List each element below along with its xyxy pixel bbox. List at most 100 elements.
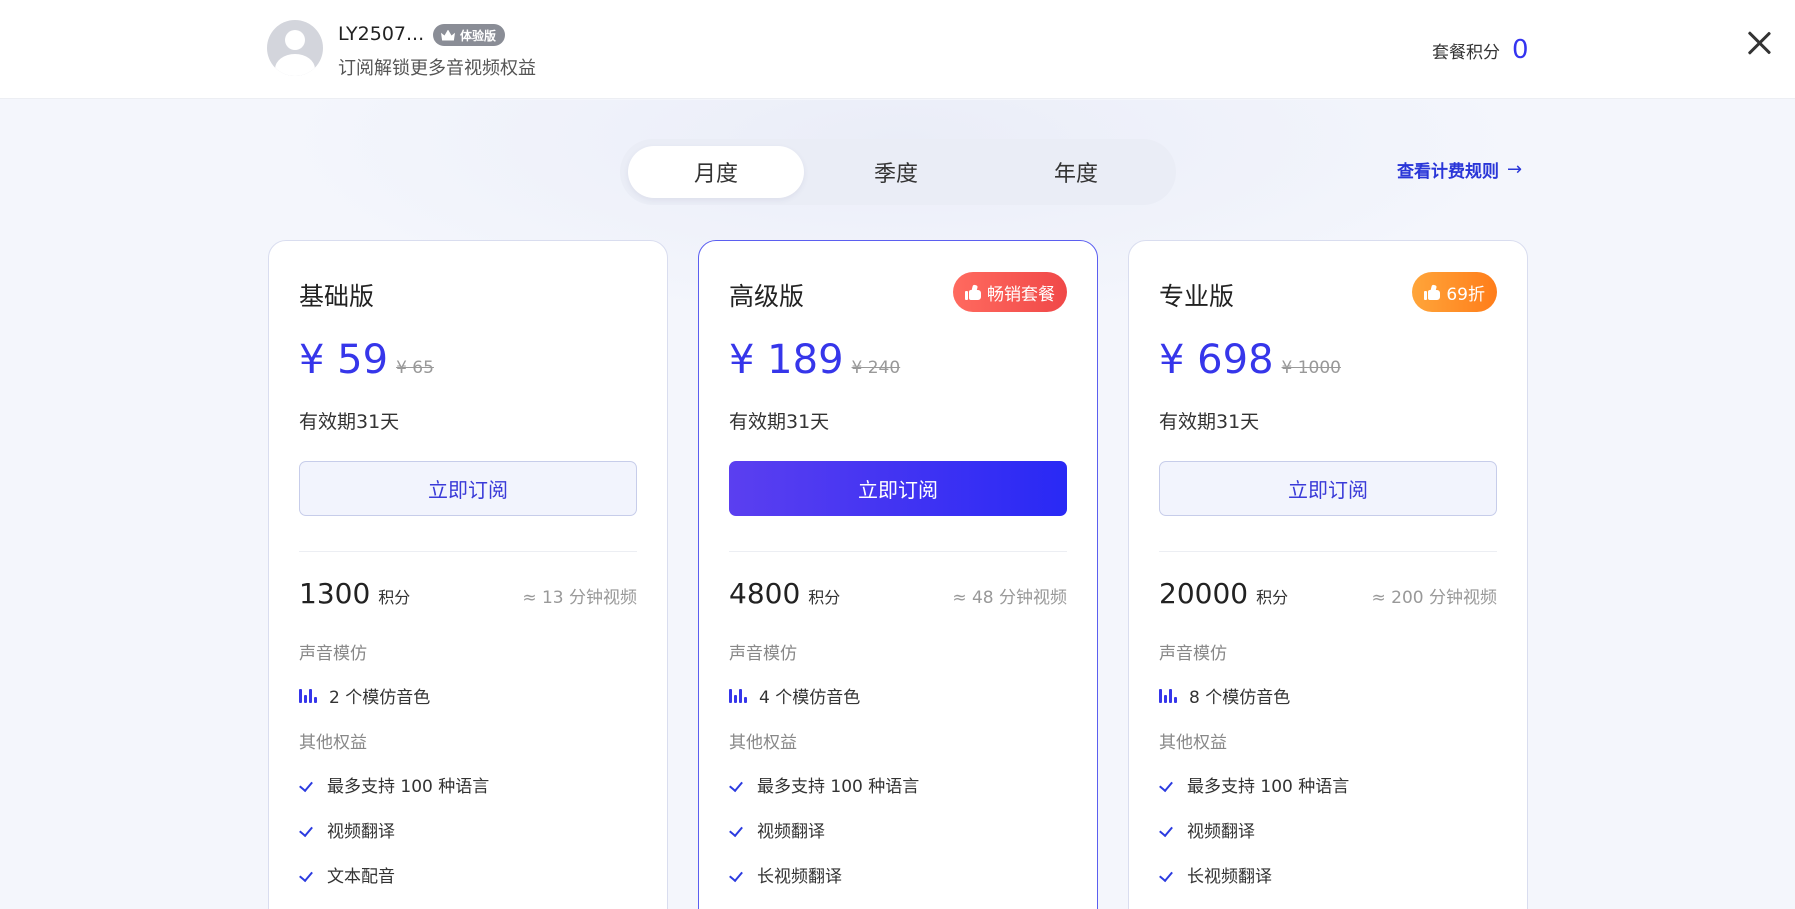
points-label: 套餐积分 xyxy=(1432,43,1500,63)
credits-approx: ≈ 48 分钟视频 xyxy=(952,588,1067,608)
validity: 有效期31天 xyxy=(1159,411,1260,433)
package-points: 套餐积分 0 xyxy=(1432,35,1529,65)
credits-amount: 1300 xyxy=(299,577,371,610)
plan-card-pro: 专业版 69折 ¥ 698 ¥ 1000 有效期31天 立即订阅 20000 积… xyxy=(1128,240,1528,909)
feature-item: 最多支持 100 种语言 xyxy=(299,772,489,797)
voice-feature: 4 个模仿音色 xyxy=(729,683,860,708)
plan-name: 专业版 xyxy=(1159,282,1235,311)
credits-approx: ≈ 200 分钟视频 xyxy=(1371,588,1498,608)
credits-amount: 20000 xyxy=(1159,577,1249,610)
price-row: ¥ 698 ¥ 1000 xyxy=(1159,337,1341,383)
divider xyxy=(1159,551,1497,552)
check-icon xyxy=(729,777,745,793)
discount-tag: 69折 xyxy=(1412,272,1497,312)
divider xyxy=(299,551,637,552)
price: ¥ 59 xyxy=(299,337,389,383)
thumbs-up-icon xyxy=(965,283,981,300)
billing-rules-link[interactable]: 查看计费规则 → xyxy=(1397,157,1522,182)
feature-label: 长视频翻译 xyxy=(1187,867,1272,887)
avatar[interactable] xyxy=(267,20,323,76)
credits-amount: 4800 xyxy=(729,577,801,610)
credits-unit: 积分 xyxy=(808,588,841,607)
bestseller-tag: 畅销套餐 xyxy=(953,272,1067,312)
voice-feature: 8 个模仿音色 xyxy=(1159,683,1290,708)
check-icon xyxy=(299,822,315,838)
validity: 有效期31天 xyxy=(729,411,830,433)
feature-label: 视频翻译 xyxy=(757,822,825,842)
feature-label: 最多支持 100 种语言 xyxy=(1187,777,1350,797)
trial-badge: 体验版 xyxy=(433,24,506,46)
credits-approx: ≈ 13 分钟视频 xyxy=(522,588,637,608)
subscribe-button[interactable]: 立即订阅 xyxy=(729,461,1067,516)
period-tabs: 月度 季度 年度 xyxy=(620,139,1176,205)
feature-label: 长视频翻译 xyxy=(757,867,842,887)
thumbs-up-icon xyxy=(1424,283,1441,300)
voice-section-title: 声音模仿 xyxy=(1159,644,1227,664)
trial-badge-label: 体验版 xyxy=(460,28,497,43)
price-row: ¥ 189 ¥ 240 xyxy=(729,337,900,383)
feature-label: 视频翻译 xyxy=(327,822,395,842)
feature-label: 最多支持 100 种语言 xyxy=(327,777,490,797)
credits-row: 1300 积分 ≈ 13 分钟视频 xyxy=(299,577,637,610)
feature-item: 最多支持 100 种语言 xyxy=(1159,772,1349,797)
plan-card-basic: 基础版 ¥ 59 ¥ 65 有效期31天 立即订阅 1300 积分 ≈ 13 分… xyxy=(268,240,668,909)
username: LY2507... xyxy=(338,23,425,45)
original-price: ¥ 240 xyxy=(851,358,901,378)
check-icon xyxy=(1159,867,1175,883)
credits-row: 20000 积分 ≈ 200 分钟视频 xyxy=(1159,577,1497,610)
plan-name: 高级版 xyxy=(729,282,805,311)
feature-item: 视频翻译 xyxy=(1159,817,1255,842)
arrow-right-icon: → xyxy=(1507,159,1523,180)
subscribe-button[interactable]: 立即订阅 xyxy=(1159,461,1497,516)
credits-row: 4800 积分 ≈ 48 分钟视频 xyxy=(729,577,1067,610)
voice-wave-icon xyxy=(1159,688,1177,704)
feature-item: 视频翻译 xyxy=(299,817,395,842)
original-price: ¥ 1000 xyxy=(1281,358,1341,378)
voice-feature-label: 4 个模仿音色 xyxy=(759,688,861,708)
check-icon xyxy=(729,822,745,838)
subscribe-button[interactable]: 立即订阅 xyxy=(299,461,637,516)
crown-icon xyxy=(441,29,455,41)
credits-unit: 积分 xyxy=(378,588,411,607)
other-section-title: 其他权益 xyxy=(299,733,367,753)
header-bar: LY2507... 体验版 订阅解锁更多音视频权益 套餐积分 0 xyxy=(0,0,1795,99)
divider xyxy=(729,551,1067,552)
price: ¥ 189 xyxy=(729,337,844,383)
plan-card-advanced: 高级版 畅销套餐 ¥ 189 ¥ 240 有效期31天 立即订阅 4800 积分… xyxy=(698,240,1098,909)
check-icon xyxy=(299,777,315,793)
tab-monthly[interactable]: 月度 xyxy=(628,146,804,198)
other-section-title: 其他权益 xyxy=(729,733,797,753)
voice-section-title: 声音模仿 xyxy=(299,644,367,664)
voice-feature-label: 2 个模仿音色 xyxy=(329,688,431,708)
tab-yearly[interactable]: 年度 xyxy=(988,146,1164,198)
voice-wave-icon xyxy=(299,688,317,704)
feature-item: 视频翻译 xyxy=(729,817,825,842)
close-icon[interactable] xyxy=(1744,28,1774,58)
billing-rules-label: 查看计费规则 xyxy=(1397,162,1499,182)
feature-item: 长视频翻译 xyxy=(729,862,842,887)
validity: 有效期31天 xyxy=(299,411,400,433)
feature-item: 长视频翻译 xyxy=(1159,862,1272,887)
voice-feature-label: 8 个模仿音色 xyxy=(1189,688,1291,708)
bestseller-tag-label: 畅销套餐 xyxy=(987,284,1055,305)
voice-wave-icon xyxy=(729,688,747,704)
check-icon xyxy=(1159,777,1175,793)
subscribe-subtitle: 订阅解锁更多音视频权益 xyxy=(338,58,536,79)
original-price: ¥ 65 xyxy=(396,358,434,378)
feature-label: 视频翻译 xyxy=(1187,822,1255,842)
voice-feature: 2 个模仿音色 xyxy=(299,683,430,708)
tab-quarterly[interactable]: 季度 xyxy=(808,146,984,198)
other-section-title: 其他权益 xyxy=(1159,733,1227,753)
discount-tag-label: 69折 xyxy=(1446,284,1485,305)
voice-section-title: 声音模仿 xyxy=(729,644,797,664)
feature-label: 文本配音 xyxy=(327,867,395,887)
check-icon xyxy=(1159,822,1175,838)
plan-name: 基础版 xyxy=(299,282,375,311)
feature-item: 最多支持 100 种语言 xyxy=(729,772,919,797)
price: ¥ 698 xyxy=(1159,337,1274,383)
feature-item: 文本配音 xyxy=(299,862,395,887)
check-icon xyxy=(729,867,745,883)
points-value: 0 xyxy=(1512,35,1529,65)
price-row: ¥ 59 ¥ 65 xyxy=(299,337,434,383)
credits-unit: 积分 xyxy=(1256,588,1289,607)
